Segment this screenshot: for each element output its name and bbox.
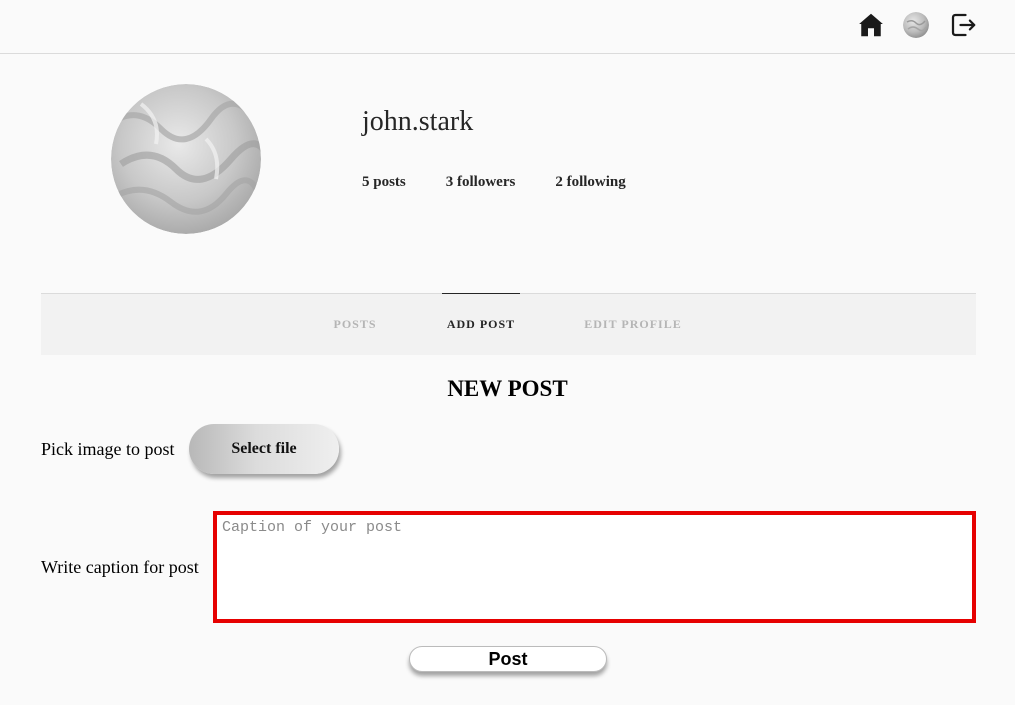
tab-posts[interactable]: POSTS [325,294,385,355]
profile-tabs: POSTS ADD POST EDIT PROFILE [41,293,976,355]
home-icon[interactable] [856,10,886,40]
profile-stats: 5 posts 3 followers 2 following [362,174,626,191]
profile-username: john.stark [362,106,474,137]
tab-edit-profile[interactable]: EDIT PROFILE [581,294,685,355]
profile-picture [111,84,261,234]
followers-count[interactable]: 3 followers [446,174,516,191]
caption-input[interactable] [213,511,976,623]
post-button[interactable]: Post [409,646,607,672]
select-file-button[interactable]: Select file [189,424,339,474]
following-count[interactable]: 2 following [555,174,625,191]
caption-label: Write caption for post [41,557,199,577]
pick-image-label: Pick image to post [41,439,175,459]
new-post-heading: NEW POST [447,376,568,401]
top-navbar [0,0,1015,54]
posts-count: 5 posts [362,174,406,190]
logout-icon[interactable] [948,10,978,40]
avatar[interactable] [903,12,929,38]
tab-add-post[interactable]: ADD POST [442,293,520,354]
